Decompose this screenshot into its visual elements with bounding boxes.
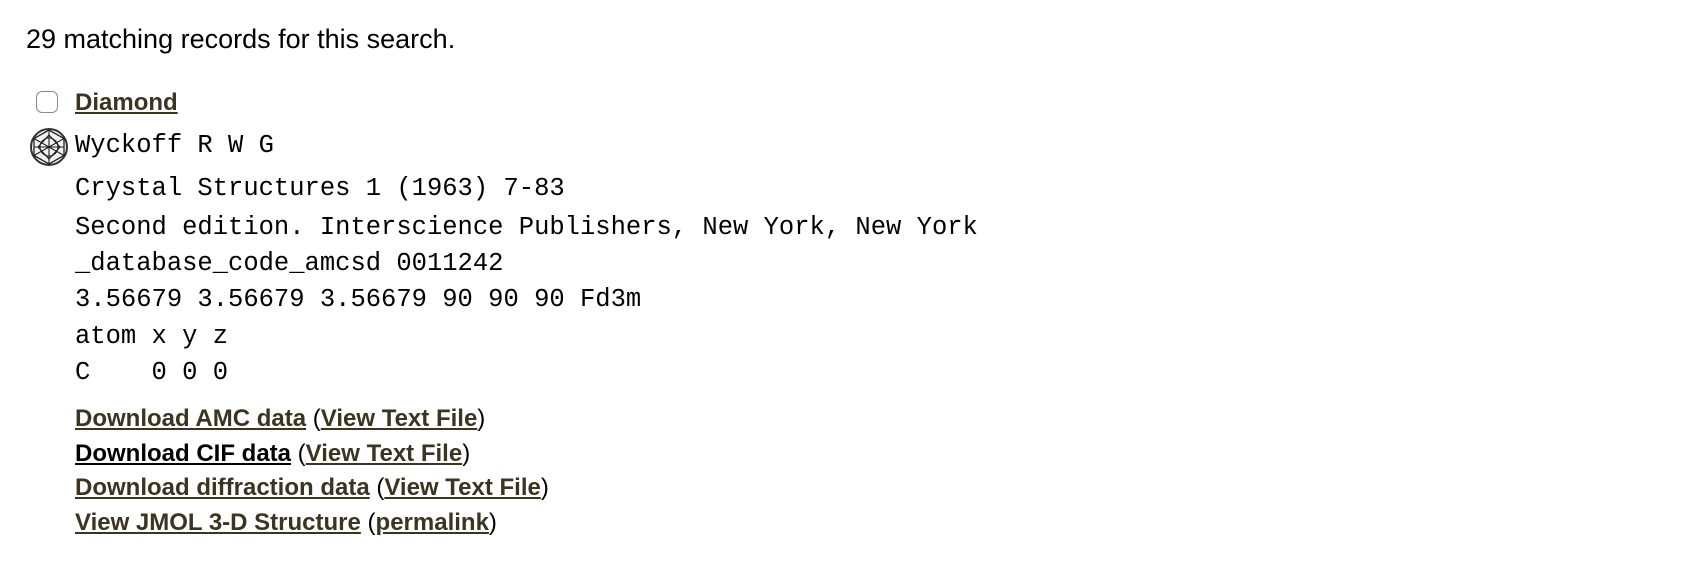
- close-paren: ): [477, 405, 486, 432]
- download-cif-row: Download CIF data (View Text File): [75, 437, 549, 472]
- download-amc-link[interactable]: Download AMC data: [75, 405, 306, 432]
- record-author: Wyckoff R W G: [75, 131, 274, 160]
- atom-table-row: C 0 0 0: [75, 358, 229, 387]
- permalink-link[interactable]: permalink: [376, 509, 489, 536]
- close-paren: ): [540, 474, 549, 501]
- download-cif-link[interactable]: Download CIF data: [75, 440, 291, 467]
- select-record-checkbox[interactable]: [36, 91, 58, 113]
- jmol-structure-row: View JMOL 3-D Structure (permalink): [75, 506, 549, 541]
- view-cif-text-link[interactable]: View Text File: [306, 440, 463, 467]
- view-amc-text-link[interactable]: View Text File: [321, 405, 478, 432]
- close-paren: ): [488, 508, 497, 536]
- record-edition: Second edition. Interscience Publishers,…: [75, 213, 978, 242]
- download-amc-row: Download AMC data (View Text File): [75, 402, 549, 437]
- open-paren: (: [297, 439, 306, 467]
- download-diffraction-row: Download diffraction data (View Text Fil…: [75, 471, 549, 506]
- record-cell-parameters: 3.56679 3.56679 3.56679 90 90 90 Fd3m: [75, 285, 642, 314]
- atom-table-header: atom x y z: [75, 322, 229, 351]
- results-count: 29 matching records for this search.: [26, 24, 456, 54]
- record-reference: Crystal Structures 1 (1963) 7-83: [75, 174, 565, 203]
- record-database-code: _database_code_amcsd 0011242: [75, 249, 504, 278]
- crystal-structure-icon[interactable]: [29, 127, 69, 167]
- record-title-link[interactable]: Diamond: [75, 88, 178, 118]
- download-diffraction-link[interactable]: Download diffraction data: [75, 474, 370, 501]
- close-paren: ): [462, 439, 471, 467]
- open-paren: (: [312, 405, 321, 432]
- view-diffraction-text-link[interactable]: View Text File: [384, 474, 541, 501]
- open-paren: (: [367, 508, 376, 536]
- view-jmol-structure-link[interactable]: View JMOL 3-D Structure: [75, 509, 361, 536]
- download-links: Download AMC data (View Text File) Downl…: [75, 402, 549, 540]
